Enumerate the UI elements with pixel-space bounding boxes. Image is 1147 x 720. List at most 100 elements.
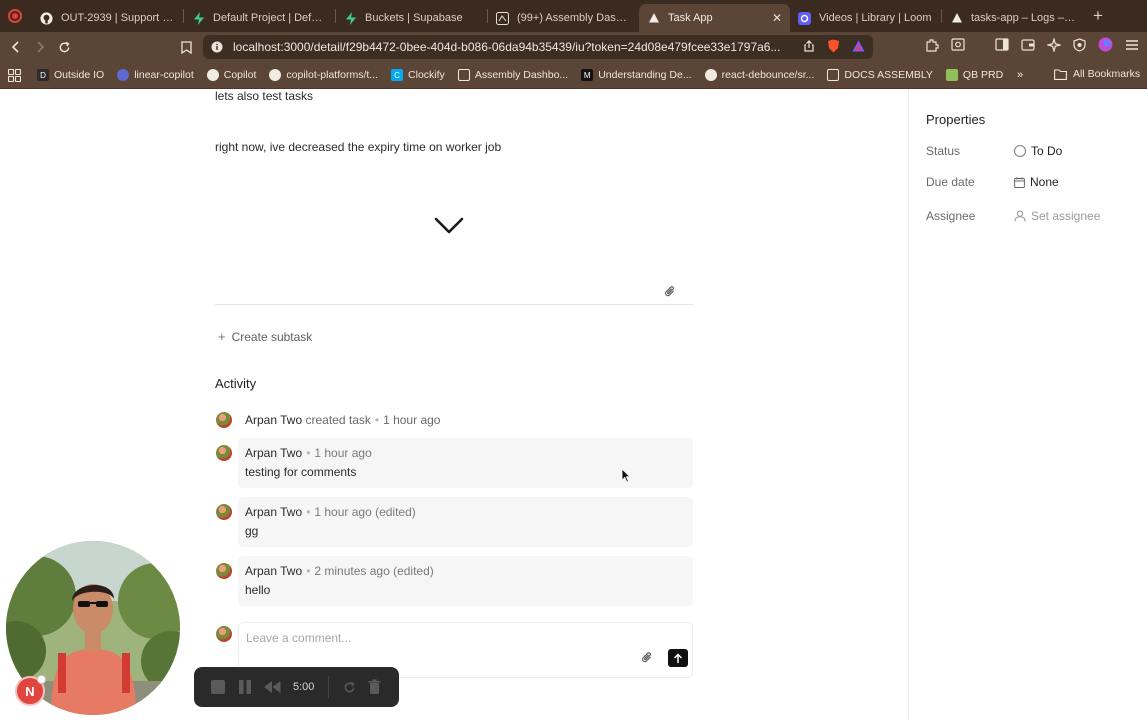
extensions-icon[interactable] <box>925 38 939 52</box>
restart-icon <box>345 681 355 692</box>
comment-item[interactable]: Arpan Two • 1 hour ago (edited) gg <box>238 497 693 547</box>
bookmark-outside-io[interactable]: D Outside IO <box>37 69 104 81</box>
rewind-button[interactable] <box>264 681 281 693</box>
back-button[interactable] <box>4 35 28 59</box>
all-bookmarks-folder[interactable]: All Bookmarks <box>1054 68 1140 80</box>
arrow-up-icon <box>673 652 683 663</box>
paperclip-icon[interactable] <box>664 285 676 298</box>
github-icon <box>206 69 219 81</box>
browser-tab-bar: OUT-2939 | Support com Default Project |… <box>0 0 1147 32</box>
close-tab-icon[interactable]: ✕ <box>772 11 782 25</box>
restart-recording-button[interactable] <box>343 681 356 694</box>
log-user: Arpan Two <box>245 413 303 427</box>
rewind-icon <box>264 681 281 693</box>
assembly-icon <box>827 69 840 81</box>
forward-arrow-icon <box>37 41 45 53</box>
profile-icon[interactable] <box>1098 37 1113 52</box>
vpn-shield-icon[interactable] <box>1073 37 1086 52</box>
bookmark-clockify[interactable]: C Clockify <box>391 69 445 81</box>
share-icon[interactable] <box>803 40 815 52</box>
site-info-icon[interactable] <box>211 41 223 53</box>
bookmark-label: copilot-platforms/t... <box>286 69 379 81</box>
status-selector[interactable]: To Do <box>1014 144 1062 158</box>
screenshot-icon[interactable] <box>951 38 965 51</box>
avatar <box>216 412 232 428</box>
bookmark-linear-copilot[interactable]: linear-copilot <box>117 69 194 81</box>
bookmark-assembly-dashboard[interactable]: Assembly Dashbo... <box>457 69 569 81</box>
recorder-avatar-button[interactable]: N <box>15 675 46 706</box>
new-tab-button[interactable]: + <box>1093 6 1103 26</box>
due-date-label: Due date <box>926 175 975 189</box>
bookmark-understanding[interactable]: M Understanding De... <box>581 69 692 81</box>
assembly-icon <box>496 11 509 25</box>
comment-body: gg <box>245 524 259 538</box>
avatar <box>216 445 232 461</box>
comment-item[interactable]: Arpan Two • 2 minutes ago (edited) hello <box>238 556 693 606</box>
outside-io-icon: D <box>37 69 49 81</box>
qb-icon <box>945 69 958 81</box>
avatar <box>216 626 232 642</box>
github-icon <box>269 69 282 81</box>
bookmark-page-button[interactable] <box>174 35 198 59</box>
comment-user: Arpan Two <box>245 446 303 460</box>
tab-supabase-buckets[interactable]: Buckets | Supabase <box>336 4 487 32</box>
create-subtask-button[interactable]: + Create subtask <box>218 329 312 344</box>
tab-title: Videos | Library | Loom <box>819 12 932 24</box>
tab-assembly-dashboard[interactable]: (99+) Assembly Dashboa <box>488 4 639 32</box>
brave-shield-icon[interactable] <box>827 39 840 53</box>
bookmark-copilot[interactable]: Copilot <box>206 69 256 81</box>
avatar <box>216 504 232 520</box>
wallet-icon[interactable] <box>1021 38 1035 51</box>
stop-icon <box>211 680 225 694</box>
bookmark-copilot-platforms[interactable]: copilot-platforms/t... <box>269 69 378 81</box>
create-subtask-label: Create subtask <box>231 329 313 344</box>
apps-grid-icon[interactable] <box>8 68 21 82</box>
recorder-avatar-letter: N <box>25 683 35 699</box>
menu-icon[interactable] <box>1125 39 1139 51</box>
tab-vercel-logs[interactable]: tasks-app – Logs – Verce <box>942 4 1085 32</box>
bookmark-qb-prd[interactable]: QB PRD <box>945 69 1003 81</box>
mouse-cursor-icon <box>621 468 631 483</box>
pause-recording-button[interactable] <box>238 680 252 694</box>
bookmark-label: Assembly Dashbo... <box>474 69 569 81</box>
bookmark-label: linear-copilot <box>134 69 194 81</box>
reload-button[interactable] <box>52 35 76 59</box>
status-label: Status <box>926 144 961 158</box>
brave-rewards-icon[interactable] <box>852 40 865 52</box>
tab-task-app[interactable]: Task App ✕ <box>639 4 790 32</box>
address-bar[interactable]: localhost:3000/detail/f29b4472-0bee-404d… <box>203 35 873 59</box>
description-line[interactable]: right now, ive decreased the expiry time… <box>215 140 501 154</box>
comment-time: 2 minutes ago (edited) <box>314 564 434 578</box>
due-date-picker[interactable]: None <box>1014 175 1059 189</box>
plus-icon: + <box>218 329 226 344</box>
browser-nav-bar: localhost:3000/detail/f29b4472-0bee-404d… <box>0 32 1147 62</box>
assignee-selector[interactable]: Set assignee <box>1014 209 1100 223</box>
log-time: 1 hour ago <box>383 413 441 427</box>
delete-recording-button[interactable] <box>368 679 381 695</box>
bookmark-react-debounce[interactable]: react-debounce/sr... <box>704 69 814 81</box>
forward-button[interactable] <box>28 35 52 59</box>
status-circle-icon <box>1014 145 1026 157</box>
comment-time: 1 hour ago <box>314 446 372 460</box>
stop-recording-button[interactable] <box>210 679 226 695</box>
tab-title: OUT-2939 | Support com <box>61 12 175 24</box>
comment-input[interactable] <box>246 631 626 645</box>
tab-title: Task App <box>668 12 713 24</box>
more-bookmarks-icon[interactable]: » <box>1017 69 1023 81</box>
control-separator <box>328 676 330 698</box>
leo-ai-icon[interactable] <box>1047 37 1061 52</box>
tab-loom-videos[interactable]: Videos | Library | Loom <box>790 4 941 32</box>
description-line[interactable]: lets also test tasks <box>215 89 313 103</box>
tab-github-support[interactable]: OUT-2939 | Support com <box>32 4 183 32</box>
linear-icon <box>117 69 130 81</box>
tab-title: Default Project | Default C <box>213 12 327 24</box>
reload-icon <box>59 41 69 52</box>
bookmark-docs-assembly[interactable]: DOCS ASSEMBLY <box>827 69 933 81</box>
comment-user: Arpan Two <box>245 505 303 519</box>
sidebar-toggle-icon[interactable] <box>995 38 1009 51</box>
user-icon <box>1014 210 1026 222</box>
tab-title: Buckets | Supabase <box>365 12 463 24</box>
tab-supabase-project[interactable]: Default Project | Default C <box>184 4 335 32</box>
send-comment-button[interactable] <box>668 649 688 667</box>
paperclip-icon[interactable] <box>641 651 653 664</box>
